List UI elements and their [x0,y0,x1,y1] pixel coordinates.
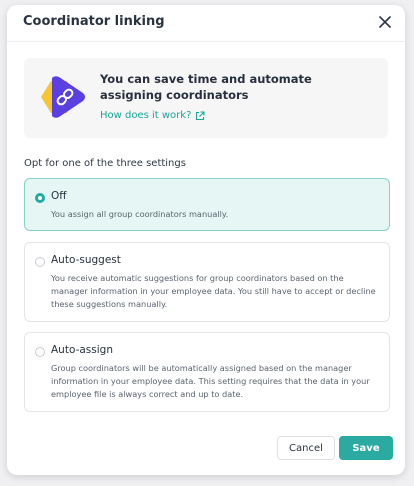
option-title: Off [51,190,67,202]
option-auto-suggest[interactable]: Auto-suggest You receive automatic sugge… [24,242,390,322]
radio-off[interactable] [35,193,45,203]
link-illustration [41,76,85,118]
option-title: Auto-suggest [51,254,121,266]
external-link-icon [196,110,205,120]
dialog-title: Coordinator linking [23,14,165,29]
radio-auto-assign[interactable] [35,347,45,357]
coordinator-linking-dialog: Coordinator linking You can save time an… [7,5,405,475]
option-auto-assign[interactable]: Auto-assign Group coordinators will be a… [24,332,390,412]
cancel-button[interactable]: Cancel [277,436,335,460]
how-does-it-work-link[interactable]: How does it work? [100,110,205,121]
info-banner: You can save time and automate assigning… [24,58,388,138]
how-does-it-work-label: How does it work? [100,110,192,121]
option-description: Group coordinators will be automatically… [51,363,370,400]
close-icon [379,16,391,28]
option-off[interactable]: Off You assign all group coordinators ma… [24,178,390,231]
option-description: You receive automatic suggestions for gr… [51,273,376,310]
dialog-header: Coordinator linking [7,5,405,42]
radio-auto-suggest[interactable] [35,257,45,267]
section-label: Opt for one of the three settings [24,158,186,169]
info-title: You can save time and automate assigning… [100,72,312,102]
close-button[interactable] [377,14,393,30]
option-description: You assign all group coordinators manual… [51,209,229,219]
save-button[interactable]: Save [339,436,393,460]
option-title: Auto-assign [51,344,113,356]
